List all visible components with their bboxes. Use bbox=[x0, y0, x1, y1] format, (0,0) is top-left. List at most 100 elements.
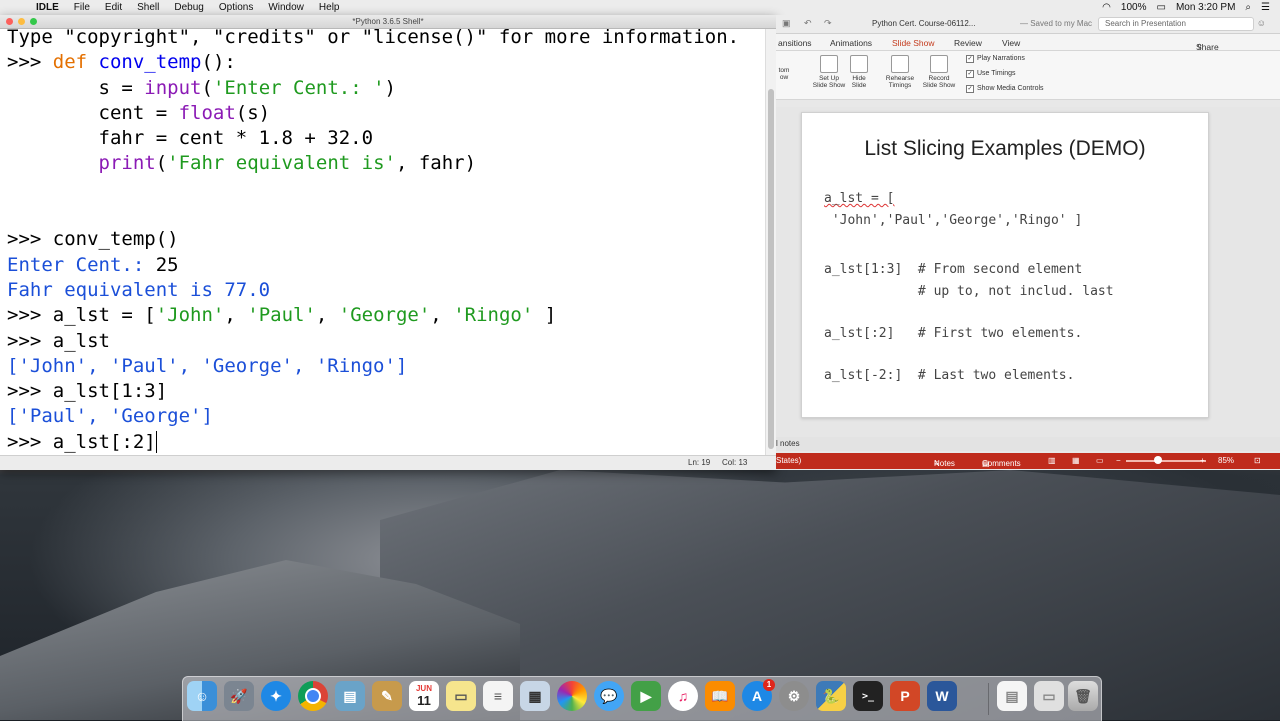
tab-view[interactable]: View bbox=[1002, 38, 1020, 48]
shell-line: >>> a_lst[:2] bbox=[7, 430, 157, 453]
notification-center-icon[interactable]: ☰ bbox=[1261, 2, 1270, 13]
idle-shell-window: *Python 3.6.5 Shell* Type "copyright", "… bbox=[0, 15, 776, 470]
slide-code-line: a_lst[1:3] # From second element bbox=[824, 262, 1083, 277]
slide-title: List Slicing Examples (DEMO) bbox=[864, 137, 1146, 160]
itunes-icon[interactable]: ♫ bbox=[668, 681, 698, 711]
textedit-icon[interactable]: ≡ bbox=[483, 681, 513, 711]
undo-icon[interactable]: ↶ bbox=[804, 18, 812, 29]
menu-app-name[interactable]: IDLE bbox=[36, 2, 59, 13]
setup-slideshow-icon bbox=[820, 55, 838, 73]
menu-clock[interactable]: Mon 3:20 PM bbox=[1176, 2, 1235, 13]
safari-icon[interactable]: ✦ bbox=[261, 681, 291, 711]
tab-transitions[interactable]: ansitions bbox=[778, 38, 812, 48]
system-preferences-icon[interactable]: ⚙ bbox=[779, 681, 809, 711]
mac-menu-bar: IDLE File Edit Shell Debug Options Windo… bbox=[0, 0, 1280, 16]
menu-edit[interactable]: Edit bbox=[105, 2, 122, 13]
spotlight-icon[interactable]: ⌕ bbox=[1245, 2, 1251, 13]
stickies-icon[interactable]: ▭ bbox=[446, 681, 476, 711]
reading-view-icon[interactable]: ▭ bbox=[1096, 456, 1104, 465]
wifi-icon[interactable]: ◠ bbox=[1102, 2, 1111, 13]
menu-file[interactable]: File bbox=[74, 2, 90, 13]
contacts-icon[interactable]: ✎ bbox=[372, 681, 402, 711]
app-store-badge: 1 bbox=[763, 679, 775, 691]
redo-icon[interactable]: ↷ bbox=[824, 18, 832, 29]
messages-icon[interactable]: 💬 bbox=[594, 681, 624, 711]
terminal-icon[interactable]: >_ bbox=[853, 681, 883, 711]
custom-show-button[interactable]: tom ow bbox=[776, 67, 792, 81]
slide-code-line: # up to, not includ. last bbox=[824, 284, 1114, 299]
menu-window[interactable]: Window bbox=[268, 2, 304, 13]
shell-line: >>> conv_temp() bbox=[7, 228, 179, 251]
calendar-icon[interactable]: JUN 11 bbox=[409, 681, 439, 711]
powerpoint-icon[interactable]: P bbox=[890, 681, 920, 711]
hide-slide-button[interactable]: Hide Slide bbox=[848, 55, 870, 89]
python-icon[interactable]: 🐍 bbox=[816, 681, 846, 711]
shell-line: >>> def conv_temp(): bbox=[7, 51, 236, 74]
document-icon[interactable]: ▤ bbox=[997, 681, 1027, 711]
status-left-text: States) bbox=[776, 456, 802, 465]
ppt-ribbon-tabs: ansitions Animations Slide Show Review V… bbox=[776, 34, 1280, 52]
facetime-icon[interactable]: ▶ bbox=[631, 681, 661, 711]
battery-icon[interactable]: ▭ bbox=[1156, 2, 1165, 13]
ppt-saved-status: — Saved to my Mac bbox=[1020, 19, 1093, 28]
photos-icon[interactable] bbox=[557, 681, 587, 711]
ppt-search-input[interactable]: Search in Presentation bbox=[1098, 17, 1254, 31]
word-icon[interactable]: W bbox=[927, 681, 957, 711]
close-window-button[interactable] bbox=[6, 18, 13, 25]
chrome-icon[interactable] bbox=[298, 681, 328, 711]
zoom-level[interactable]: 85% bbox=[1218, 456, 1234, 465]
screenshot-icon[interactable]: ▭ bbox=[1034, 681, 1064, 711]
tab-animations[interactable]: Animations bbox=[830, 38, 872, 48]
smiley-feedback-icon[interactable]: ☺ bbox=[1257, 18, 1266, 28]
photo-browser-icon[interactable]: ▦ bbox=[520, 681, 550, 711]
record-slide-show-button[interactable]: Record Slide Show bbox=[920, 55, 958, 89]
tab-slide-show[interactable]: Slide Show bbox=[892, 38, 935, 48]
menu-options[interactable]: Options bbox=[219, 2, 253, 13]
app-store-icon[interactable]: A1 bbox=[742, 679, 775, 711]
slide[interactable]: List Slicing Examples (DEMO) a_lst = [ '… bbox=[801, 112, 1209, 418]
shell-line: fahr = cent * 1.8 + 32.0 bbox=[7, 127, 374, 150]
battery-percent[interactable]: 100% bbox=[1121, 2, 1147, 13]
zoom-out-icon[interactable]: − bbox=[1116, 456, 1121, 465]
powerpoint-window: ▣ ↶ ↷ Python Cert. Course-06112... — Sav… bbox=[776, 15, 1280, 470]
fit-to-window-icon[interactable]: ⊡ bbox=[1254, 456, 1261, 465]
show-media-controls-checkbox[interactable]: ✓ Show Media Controls bbox=[966, 85, 1044, 93]
ibooks-icon[interactable]: 📖 bbox=[705, 681, 735, 711]
normal-view-icon[interactable]: ▥ bbox=[1048, 456, 1056, 465]
scrollbar-thumb[interactable] bbox=[768, 89, 774, 449]
zoom-slider-knob[interactable] bbox=[1154, 456, 1162, 464]
menu-shell[interactable]: Shell bbox=[137, 2, 159, 13]
ppt-slide-canvas: List Slicing Examples (DEMO) a_lst = [ '… bbox=[776, 107, 1280, 437]
preview-icon[interactable]: ▤ bbox=[335, 681, 365, 711]
menu-debug[interactable]: Debug bbox=[174, 2, 203, 13]
text-cursor bbox=[155, 430, 157, 453]
rehearse-timings-button[interactable]: Rehearse Timings bbox=[882, 55, 918, 89]
zoom-window-button[interactable] bbox=[30, 18, 37, 25]
dock-separator bbox=[988, 683, 989, 715]
slide-code-line: a_lst[-2:] # Last two elements. bbox=[824, 368, 1075, 383]
finder-icon[interactable]: ☺ bbox=[187, 681, 217, 711]
slide-sorter-icon[interactable]: ▦ bbox=[1072, 456, 1080, 465]
zoom-in-icon[interactable]: + bbox=[1200, 456, 1205, 465]
play-narrations-checkbox[interactable]: ✓ Play Narrations bbox=[966, 55, 1025, 63]
trash-icon[interactable]: 🗑 bbox=[1068, 681, 1098, 711]
menu-help[interactable]: Help bbox=[319, 2, 340, 13]
ppt-ribbon: tom ow Set Up Slide Show Hide Slide Rehe… bbox=[776, 51, 1280, 100]
idle-status-bar: Ln: 19 Col: 13 bbox=[0, 455, 776, 470]
use-timings-checkbox[interactable]: ✓ Use Timings bbox=[966, 70, 1016, 78]
save-icon[interactable]: ▣ bbox=[782, 18, 791, 29]
minimize-window-button[interactable] bbox=[18, 18, 25, 25]
stopwatch-icon bbox=[891, 55, 909, 73]
hide-slide-icon bbox=[850, 55, 868, 73]
set-up-slide-show-button[interactable]: Set Up Slide Show bbox=[808, 55, 850, 89]
zoom-slider[interactable] bbox=[1126, 460, 1206, 462]
shell-line: Type "copyright", "credits" or "license(… bbox=[7, 26, 740, 48]
shell-text-area[interactable]: Type "copyright", "credits" or "license(… bbox=[7, 25, 767, 455]
launchpad-icon[interactable]: 🚀 bbox=[224, 681, 254, 711]
shell-line: >>> a_lst bbox=[7, 329, 110, 352]
ppt-document-title: Python Cert. Course-06112... bbox=[872, 19, 976, 28]
tab-review[interactable]: Review bbox=[954, 38, 982, 48]
notes-pane[interactable]: l notes bbox=[776, 437, 1280, 451]
dock: ☺ 🚀 ✦ ▤ ✎ JUN 11 ▭ ≡ ▦ 💬 ▶ ♫ 📖 A1 ⚙ 🐍 >_ … bbox=[182, 676, 1102, 721]
shell-scrollbar[interactable] bbox=[765, 29, 776, 457]
